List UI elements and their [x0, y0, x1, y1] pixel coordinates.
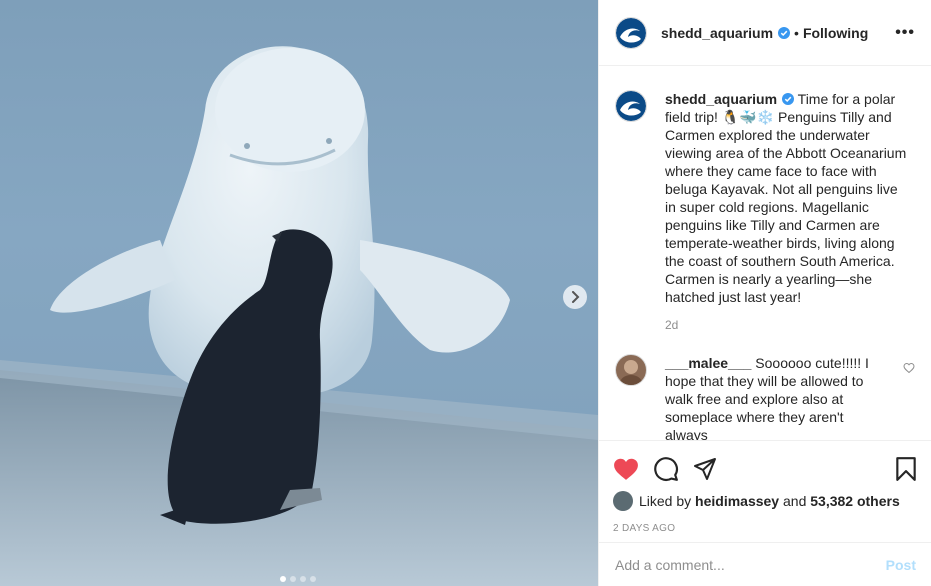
profile-avatar[interactable]: [615, 16, 647, 49]
following-button[interactable]: Following: [803, 25, 868, 41]
more-options-button[interactable]: •••: [895, 24, 915, 42]
shedd-logo-icon: [616, 91, 646, 121]
comment-username[interactable]: ___malee___: [665, 355, 751, 371]
share-icon: [694, 458, 716, 480]
likes-summary: Liked by heidimassey and 53,382 others: [613, 491, 917, 511]
likes-prefix: Liked by: [639, 493, 692, 509]
comment-like-icon[interactable]: [903, 362, 915, 374]
carousel-dot: [280, 576, 286, 582]
comment-text: ___malee___ Soooooo cute!!!!! I hope tha…: [665, 354, 885, 440]
carousel-dot: [290, 576, 296, 582]
post-photo: [0, 46, 598, 586]
bookmark-icon: [896, 457, 916, 481]
comment-button[interactable]: [653, 456, 679, 482]
caption-body: Penguins Tilly and Carmen explored the u…: [665, 109, 907, 305]
verified-badge-icon: [782, 93, 795, 105]
post-timestamp[interactable]: 2 DAYS AGO: [613, 523, 917, 534]
add-comment-bar: Post: [599, 542, 931, 586]
chevron-right-icon: [572, 291, 580, 303]
like-button[interactable]: [613, 457, 639, 481]
caption-username[interactable]: shedd_aquarium: [665, 91, 777, 107]
user-photo-icon: [620, 360, 642, 385]
post-caption: shedd_aquarium Time for a polar field tr…: [615, 90, 915, 306]
share-button[interactable]: [693, 457, 717, 481]
likes-middle: and: [783, 493, 807, 509]
commenter-avatar[interactable]: [615, 354, 647, 386]
post-sidebar: shedd_aquarium • Following ••• shedd_aqu…: [598, 0, 931, 586]
caption-time[interactable]: 2d: [665, 318, 915, 332]
liker-avatar[interactable]: [613, 491, 633, 511]
post-comment-button[interactable]: Post: [886, 557, 916, 573]
carousel-next-button[interactable]: [563, 285, 587, 309]
comment-input[interactable]: [615, 556, 886, 573]
caption-emojis: 🐧🐳❄️: [721, 109, 775, 125]
comments-section[interactable]: shedd_aquarium Time for a polar field tr…: [599, 66, 931, 440]
header-username[interactable]: shedd_aquarium: [661, 25, 773, 41]
shedd-logo-icon: [616, 17, 646, 48]
action-icons: [613, 449, 917, 489]
comment-item: ___malee___ Soooooo cute!!!!! I hope tha…: [615, 354, 915, 440]
comment-icon: [654, 457, 678, 482]
post-media[interactable]: [0, 0, 598, 586]
caption-text: shedd_aquarium Time for a polar field tr…: [665, 90, 910, 306]
header-separator: •: [794, 24, 799, 41]
carousel-dot: [300, 576, 306, 582]
post-header: shedd_aquarium • Following •••: [599, 0, 931, 66]
carousel-dot: [310, 576, 316, 582]
save-button[interactable]: [895, 456, 917, 482]
caption-avatar[interactable]: [615, 90, 647, 122]
verified-badge-icon: [778, 26, 791, 39]
liker-username[interactable]: heidimassey: [695, 493, 779, 509]
carousel-indicator: [280, 576, 316, 582]
heart-filled-icon: [614, 458, 638, 480]
post-container: shedd_aquarium • Following ••• shedd_aqu…: [0, 0, 931, 586]
likes-count[interactable]: 53,382 others: [810, 493, 900, 509]
